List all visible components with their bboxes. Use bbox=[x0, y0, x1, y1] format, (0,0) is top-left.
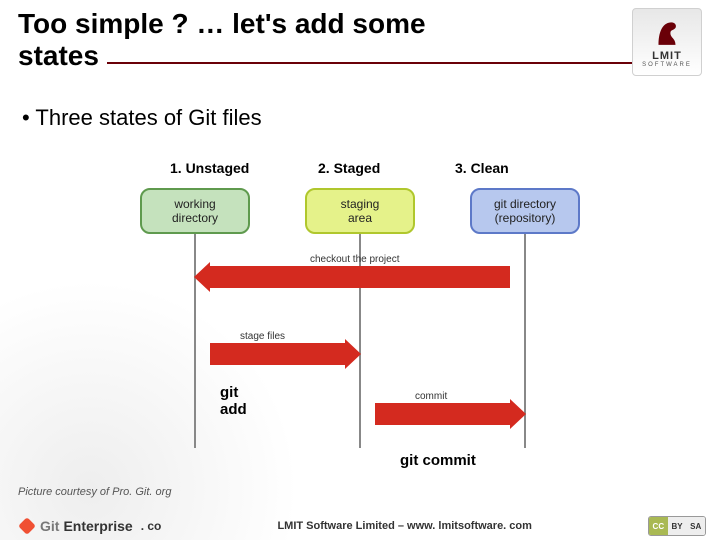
knight-icon bbox=[650, 16, 684, 50]
state-label-1: 1. Unstaged bbox=[170, 160, 249, 176]
git-icon bbox=[18, 517, 36, 535]
footer-left: GitEnterprise . co bbox=[18, 517, 161, 535]
arrow-checkout bbox=[210, 266, 510, 288]
footer-org: LMIT Software Limited – www. lmitsoftwar… bbox=[277, 520, 531, 532]
label-stage: stage files bbox=[240, 331, 285, 342]
footer: GitEnterprise . co LMIT Software Limited… bbox=[18, 516, 706, 536]
state-label-2: 2. Staged bbox=[318, 160, 380, 176]
git-states-diagram: working directory staging area git direc… bbox=[140, 188, 580, 448]
brand-logo: LMIT SOFTWARE bbox=[632, 8, 702, 76]
state-label-3: 3. Clean bbox=[455, 160, 509, 176]
cmd-git-commit: git commit bbox=[400, 452, 476, 469]
footer-git: Git bbox=[40, 518, 59, 534]
box-working-directory: working directory bbox=[140, 188, 250, 234]
bullet-1: Three states of Git files bbox=[22, 105, 698, 131]
footer-dotcom: . co bbox=[141, 519, 162, 533]
title-line2: states bbox=[18, 40, 107, 71]
bullet-list: Three states of Git files bbox=[22, 105, 698, 131]
label-checkout: checkout the project bbox=[310, 254, 400, 265]
title-bar: Too simple ? … let's add some states LMI… bbox=[18, 8, 702, 76]
box-git-directory: git directory (repository) bbox=[470, 188, 580, 234]
arrow-commit bbox=[375, 403, 510, 425]
brand-name: LMIT bbox=[652, 50, 682, 62]
brand-sub: SOFTWARE bbox=[642, 62, 692, 68]
cc-badge: CC BY SA bbox=[648, 516, 706, 536]
title-line1: Too simple ? … let's add some bbox=[18, 8, 436, 39]
picture-courtesy: Picture courtesy of Pro. Git. org bbox=[18, 486, 171, 498]
cc-sa: SA bbox=[686, 517, 705, 535]
label-commit: commit bbox=[415, 391, 447, 402]
cc-by: BY bbox=[668, 517, 687, 535]
box-staging-area: staging area bbox=[305, 188, 415, 234]
arrow-stage bbox=[210, 343, 345, 365]
cc-cc: CC bbox=[649, 517, 668, 535]
cmd-git-add: git add bbox=[220, 385, 247, 418]
footer-enterprise: Enterprise bbox=[63, 518, 132, 534]
title-rule bbox=[18, 62, 702, 64]
